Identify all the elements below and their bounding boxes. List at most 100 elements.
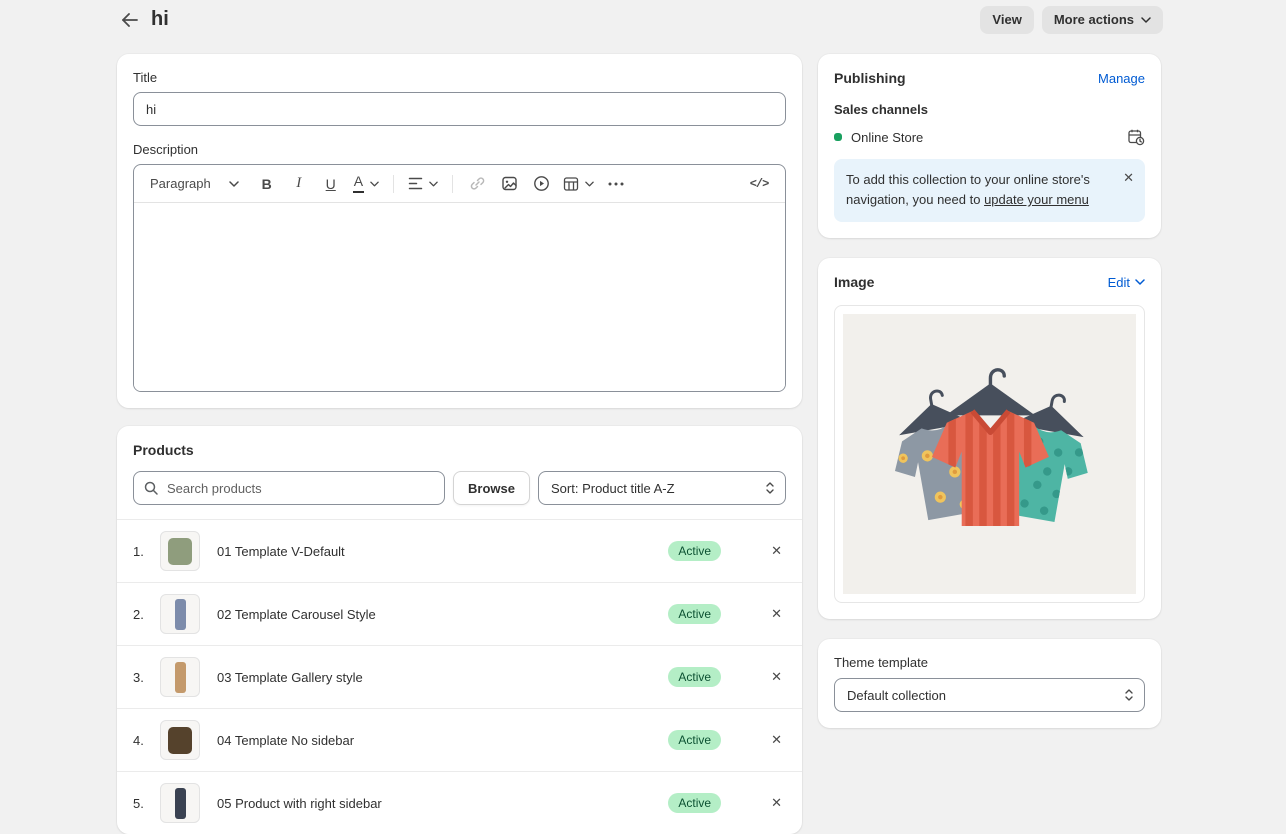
page: hi View More actions Title Description — [117, 0, 1163, 834]
collection-image-frame — [834, 305, 1145, 603]
channel-row: Online Store — [834, 128, 1145, 146]
bold-button[interactable]: B — [255, 171, 279, 197]
content-layout: Title Description Paragraph B I U A — [117, 54, 1163, 834]
description-editor: Paragraph B I U A — [133, 164, 786, 392]
side-column: Publishing Manage Sales channels Online … — [818, 54, 1161, 728]
chevron-down-icon — [1141, 17, 1151, 23]
sort-select[interactable]: Sort: Product title A-Z — [538, 471, 786, 505]
chevron-down-icon — [229, 181, 239, 187]
up-down-chevrons-icon — [1123, 688, 1135, 702]
more-formatting-button[interactable] — [604, 171, 628, 197]
product-thumbnail — [160, 783, 200, 823]
banner-close-button[interactable]: ✕ — [1121, 168, 1136, 188]
title-label: Title — [133, 70, 786, 85]
channel-status-dot — [834, 133, 842, 141]
table-icon — [563, 176, 579, 192]
row-index: 4. — [133, 733, 160, 748]
update-menu-link[interactable]: update your menu — [984, 192, 1089, 207]
remove-product-button[interactable]: ✕ — [767, 728, 786, 752]
search-products-input[interactable] — [133, 471, 445, 505]
table-row[interactable]: 2. 02 Template Carousel Style Active ✕ — [117, 582, 802, 645]
table-row[interactable]: 5. 05 Product with right sidebar Active … — [117, 771, 802, 834]
image-card: Image Edit — [818, 258, 1161, 619]
status-badge: Active — [668, 667, 721, 687]
toolbar-divider — [452, 175, 453, 193]
page-title: hi — [151, 8, 169, 31]
table-row[interactable]: 3. 03 Template Gallery style Active ✕ — [117, 645, 802, 708]
collection-image[interactable] — [843, 314, 1136, 594]
view-button-label: View — [992, 12, 1021, 27]
status-badge: Active — [668, 604, 721, 624]
insert-video-button[interactable] — [529, 171, 553, 197]
edit-image-button[interactable]: Edit — [1108, 275, 1145, 290]
text-color-label: A — [353, 174, 364, 192]
theme-template-card: Theme template Default collection — [818, 639, 1161, 728]
products-card: Products Browse Sort: Product title A-Z … — [117, 426, 802, 834]
link-button[interactable] — [465, 171, 489, 197]
close-icon: ✕ — [771, 669, 782, 684]
product-thumbnail — [160, 720, 200, 760]
browse-button[interactable]: Browse — [453, 471, 530, 505]
insert-image-button[interactable] — [497, 171, 521, 197]
image-icon — [501, 175, 518, 192]
product-thumbnail — [160, 531, 200, 571]
channel-name: Online Store — [851, 130, 923, 145]
chevron-down-icon — [429, 181, 438, 187]
up-down-chevrons-icon — [764, 481, 776, 495]
close-icon: ✕ — [771, 795, 782, 810]
more-actions-button[interactable]: More actions — [1042, 6, 1163, 34]
paragraph-style-label: Paragraph — [150, 176, 211, 191]
row-index: 3. — [133, 670, 160, 685]
theme-template-label: Theme template — [834, 655, 1145, 670]
product-name: 04 Template No sidebar — [217, 733, 668, 748]
view-button[interactable]: View — [980, 6, 1033, 34]
products-heading: Products — [133, 442, 786, 458]
arrow-left-icon — [121, 12, 139, 28]
remove-product-button[interactable]: ✕ — [767, 665, 786, 689]
schedule-calendar-icon[interactable] — [1127, 128, 1145, 146]
product-list: 1. 01 Template V-Default Active ✕ 2. 02 … — [117, 519, 802, 834]
theme-template-select[interactable]: Default collection — [834, 678, 1145, 712]
main-column: Title Description Paragraph B I U A — [117, 54, 802, 834]
toolbar-divider — [393, 175, 394, 193]
text-color-button[interactable]: A — [351, 171, 381, 197]
insert-table-button[interactable] — [561, 171, 596, 197]
chevron-down-icon — [585, 181, 594, 187]
description-label: Description — [133, 142, 786, 157]
topbar-actions: View More actions — [980, 6, 1163, 34]
alignment-button[interactable] — [406, 171, 440, 197]
status-badge: Active — [668, 730, 721, 750]
product-name: 05 Product with right sidebar — [217, 796, 668, 811]
theme-template-value: Default collection — [847, 688, 946, 703]
row-index: 5. — [133, 796, 160, 811]
chevron-down-icon — [370, 181, 379, 187]
remove-product-button[interactable]: ✕ — [767, 791, 786, 815]
topbar: hi View More actions — [117, 0, 1163, 34]
table-row[interactable]: 1. 01 Template V-Default Active ✕ — [117, 519, 802, 582]
product-name: 01 Template V-Default — [217, 544, 668, 559]
title-card: Title Description Paragraph B I U A — [117, 54, 802, 408]
status-badge: Active — [668, 793, 721, 813]
description-textarea[interactable] — [134, 203, 785, 391]
italic-button[interactable]: I — [287, 171, 311, 197]
products-controls: Browse Sort: Product title A-Z — [117, 458, 802, 519]
show-html-button[interactable]: </> — [747, 171, 771, 197]
table-row[interactable]: 4. 04 Template No sidebar Active ✕ — [117, 708, 802, 771]
manage-link[interactable]: Manage — [1098, 71, 1145, 86]
chevron-down-icon — [1135, 279, 1145, 285]
shirts-illustration — [843, 314, 1136, 594]
edit-image-label: Edit — [1108, 275, 1130, 290]
close-icon: ✕ — [771, 606, 782, 621]
title-input[interactable] — [133, 92, 786, 126]
remove-product-button[interactable]: ✕ — [767, 602, 786, 626]
back-button[interactable] — [117, 8, 143, 32]
close-icon: ✕ — [771, 732, 782, 747]
close-icon: ✕ — [771, 543, 782, 558]
paragraph-style-dropdown[interactable]: Paragraph — [148, 171, 241, 197]
sales-channels-label: Sales channels — [834, 102, 1145, 117]
topbar-left: hi — [117, 0, 169, 44]
sort-select-value: Sort: Product title A-Z — [551, 481, 675, 496]
underline-button[interactable]: U — [319, 171, 343, 197]
link-icon — [469, 175, 486, 192]
remove-product-button[interactable]: ✕ — [767, 539, 786, 563]
